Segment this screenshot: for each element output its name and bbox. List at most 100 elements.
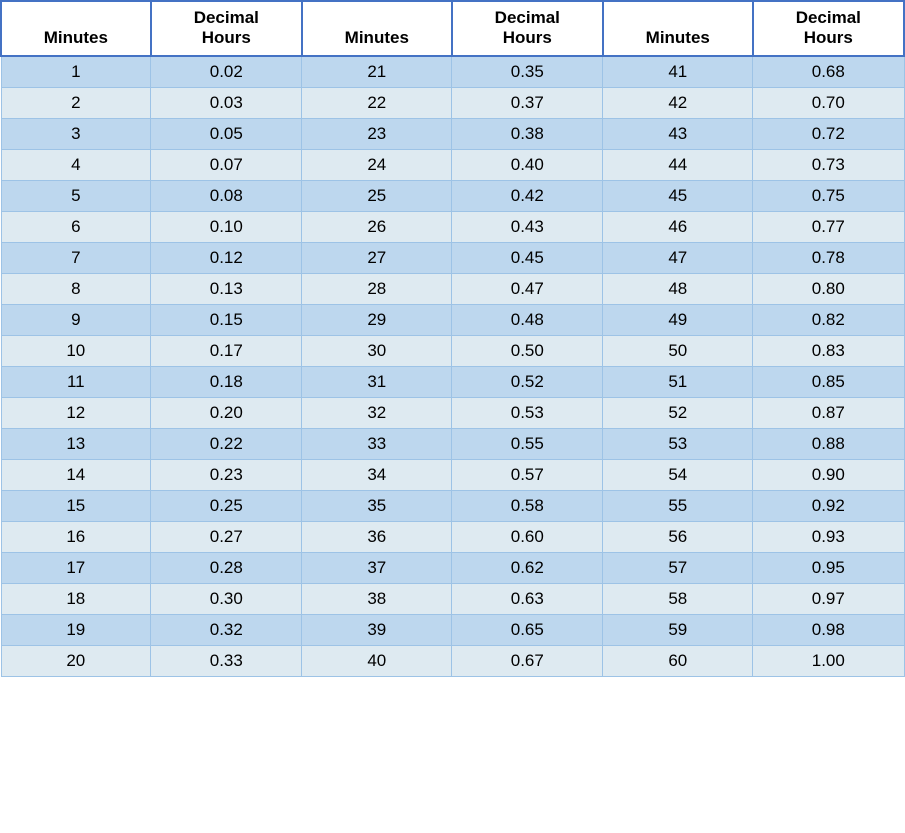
minutes-col-2: 26 [302,211,452,242]
minutes-col-1: 16 [1,521,151,552]
minutes-col-2: 24 [302,149,452,180]
minutes-col-1: 11 [1,366,151,397]
decimal-col-3: 0.77 [753,211,904,242]
minutes-col-2: 34 [302,459,452,490]
decimal-col-1: 0.20 [151,397,302,428]
decimal-col-3: 0.70 [753,87,904,118]
decimal-col-2: 0.67 [452,645,603,676]
col-header-decimal-1: DecimalHours [151,1,302,56]
decimal-col-3: 0.78 [753,242,904,273]
decimal-col-3: 0.73 [753,149,904,180]
table-row: 8 0.13 28 0.47 48 0.80 [1,273,904,304]
minutes-col-2: 28 [302,273,452,304]
minutes-col-1: 9 [1,304,151,335]
table-row: 5 0.08 25 0.42 45 0.75 [1,180,904,211]
decimal-col-2: 0.58 [452,490,603,521]
table-row: 10 0.17 30 0.50 50 0.83 [1,335,904,366]
minutes-col-2: 23 [302,118,452,149]
table-row: 7 0.12 27 0.45 47 0.78 [1,242,904,273]
decimal-col-3: 0.83 [753,335,904,366]
minutes-col-3: 56 [603,521,753,552]
decimal-col-1: 0.27 [151,521,302,552]
decimal-col-2: 0.63 [452,583,603,614]
minutes-col-3: 57 [603,552,753,583]
minutes-col-1: 14 [1,459,151,490]
table-row: 15 0.25 35 0.58 55 0.92 [1,490,904,521]
table-row: 18 0.30 38 0.63 58 0.97 [1,583,904,614]
minutes-col-2: 35 [302,490,452,521]
minutes-col-3: 52 [603,397,753,428]
minutes-col-2: 22 [302,87,452,118]
decimal-col-3: 0.80 [753,273,904,304]
decimal-col-1: 0.03 [151,87,302,118]
minutes-col-2: 30 [302,335,452,366]
decimal-col-2: 0.45 [452,242,603,273]
table-row: 19 0.32 39 0.65 59 0.98 [1,614,904,645]
table-row: 2 0.03 22 0.37 42 0.70 [1,87,904,118]
minutes-col-3: 51 [603,366,753,397]
minutes-col-2: 36 [302,521,452,552]
decimal-col-3: 0.98 [753,614,904,645]
decimal-col-2: 0.55 [452,428,603,459]
minutes-col-3: 41 [603,56,753,88]
decimal-col-1: 0.28 [151,552,302,583]
decimal-col-2: 0.37 [452,87,603,118]
minutes-col-2: 21 [302,56,452,88]
minutes-col-1: 1 [1,56,151,88]
minutes-col-1: 12 [1,397,151,428]
col-header-decimal-2: DecimalHours [452,1,603,56]
minutes-col-3: 59 [603,614,753,645]
table-row: 9 0.15 29 0.48 49 0.82 [1,304,904,335]
decimal-col-1: 0.30 [151,583,302,614]
col-header-minutes-2: Minutes [302,1,452,56]
decimal-col-3: 0.68 [753,56,904,88]
decimal-col-2: 0.62 [452,552,603,583]
minutes-col-2: 27 [302,242,452,273]
decimal-col-2: 0.53 [452,397,603,428]
decimal-col-2: 0.38 [452,118,603,149]
minutes-col-3: 53 [603,428,753,459]
table-row: 12 0.20 32 0.53 52 0.87 [1,397,904,428]
minutes-col-1: 3 [1,118,151,149]
decimal-col-1: 0.10 [151,211,302,242]
minutes-col-1: 4 [1,149,151,180]
decimal-col-3: 0.88 [753,428,904,459]
decimal-col-2: 0.42 [452,180,603,211]
table-row: 3 0.05 23 0.38 43 0.72 [1,118,904,149]
decimal-col-2: 0.43 [452,211,603,242]
decimal-col-1: 0.22 [151,428,302,459]
minutes-col-3: 55 [603,490,753,521]
decimal-col-1: 0.13 [151,273,302,304]
decimal-col-1: 0.07 [151,149,302,180]
table-row: 20 0.33 40 0.67 60 1.00 [1,645,904,676]
decimal-col-1: 0.33 [151,645,302,676]
decimal-col-3: 1.00 [753,645,904,676]
decimal-col-3: 0.95 [753,552,904,583]
decimal-col-2: 0.35 [452,56,603,88]
minutes-col-3: 50 [603,335,753,366]
decimal-col-1: 0.25 [151,490,302,521]
minutes-col-3: 58 [603,583,753,614]
minutes-col-3: 54 [603,459,753,490]
minutes-col-3: 60 [603,645,753,676]
decimal-col-3: 0.72 [753,118,904,149]
minutes-col-2: 38 [302,583,452,614]
table-row: 11 0.18 31 0.52 51 0.85 [1,366,904,397]
minutes-col-2: 33 [302,428,452,459]
table-row: 13 0.22 33 0.55 53 0.88 [1,428,904,459]
minutes-col-3: 48 [603,273,753,304]
col-header-minutes-3: Minutes [603,1,753,56]
col-header-minutes-1: Minutes [1,1,151,56]
decimal-col-2: 0.65 [452,614,603,645]
decimal-col-1: 0.12 [151,242,302,273]
decimal-col-1: 0.05 [151,118,302,149]
table-row: 16 0.27 36 0.60 56 0.93 [1,521,904,552]
decimal-col-2: 0.57 [452,459,603,490]
table-row: 14 0.23 34 0.57 54 0.90 [1,459,904,490]
minutes-col-1: 15 [1,490,151,521]
minutes-col-1: 7 [1,242,151,273]
minutes-col-3: 45 [603,180,753,211]
decimal-col-3: 0.97 [753,583,904,614]
col-header-decimal-3: DecimalHours [753,1,904,56]
minutes-col-3: 47 [603,242,753,273]
